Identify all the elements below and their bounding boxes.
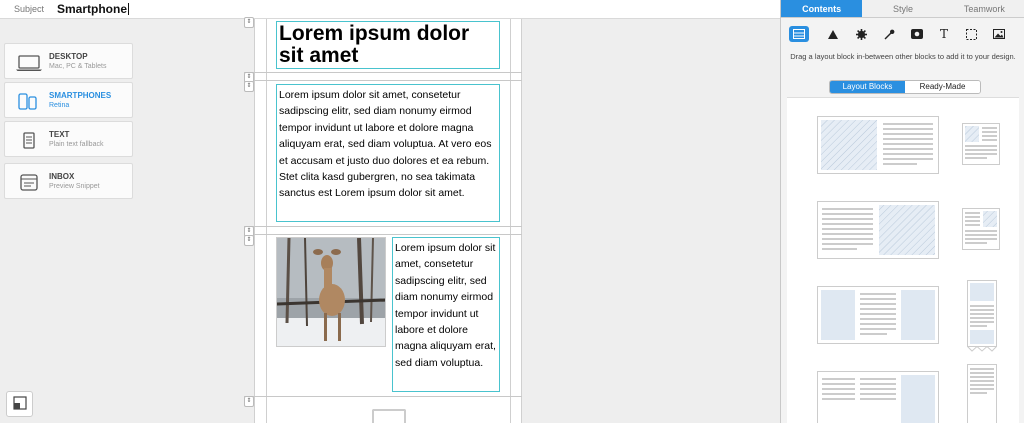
device-text-title: TEXT <box>49 130 70 139</box>
right-panel: Contents Style Teamwork T Drag a layout … <box>780 0 1024 423</box>
layout-block-image-text[interactable] <box>817 116 939 174</box>
heading-text-block[interactable]: Lorem ipsum dolor sit amet <box>276 21 500 69</box>
device-smartphones-title: SMARTPHONES <box>49 91 112 100</box>
block-handle[interactable]: ⇕ <box>244 396 254 407</box>
block-separator <box>244 226 522 227</box>
layout-block-mobile-stack[interactable] <box>967 280 997 352</box>
segment-ready-made[interactable]: Ready-Made <box>905 81 980 93</box>
panel-tabs: Contents Style Teamwork <box>781 0 1024 18</box>
layers-icon <box>13 396 27 410</box>
block-handle[interactable]: ⇕ <box>244 81 254 92</box>
device-desktop-title: DESKTOP <box>49 52 88 61</box>
eyedropper-icon[interactable] <box>879 26 899 42</box>
smartphones-icon <box>18 93 37 110</box>
layout-block-mobile-text-image[interactable] <box>962 208 1000 250</box>
block-type-segmented-control: Layout Blocks Ready-Made <box>829 80 981 94</box>
tab-contents[interactable]: Contents <box>781 0 863 17</box>
device-inbox-subtitle: Preview Snippet <box>49 183 100 190</box>
dashed-selection-icon[interactable] <box>961 26 981 42</box>
block-separator <box>244 234 522 235</box>
document-icon <box>23 132 35 149</box>
image-icon[interactable] <box>989 26 1009 42</box>
layout-block-icon[interactable] <box>789 26 809 42</box>
triangle-icon[interactable] <box>823 26 843 42</box>
video-icon[interactable] <box>907 26 927 42</box>
deer-photo[interactable] <box>276 237 386 347</box>
subject-bar: Subject Smartphone <box>0 0 780 19</box>
drag-hint-text: Drag a layout block in-between other blo… <box>790 52 1016 61</box>
device-inbox[interactable]: INBOX Preview Snippet <box>4 163 133 199</box>
block-separator <box>244 72 522 73</box>
tab-style[interactable]: Style <box>862 0 943 17</box>
text-tool-icon[interactable]: T <box>934 26 954 42</box>
block-handle[interactable]: ⇕ <box>244 17 254 28</box>
paragraph-text-block[interactable]: Lorem ipsum dolor sit amet, consetetur s… <box>276 84 500 222</box>
block-separator <box>244 80 522 81</box>
layout-block-image-image-text[interactable] <box>817 286 939 344</box>
block-separator <box>244 396 522 397</box>
tab-teamwork[interactable]: Teamwork <box>944 0 1024 17</box>
device-desktop[interactable]: DESKTOP Mac, PC & Tablets <box>4 43 133 79</box>
layout-block-text-text-image[interactable] <box>817 371 939 423</box>
subject-label: Subject <box>14 4 45 14</box>
toggle-panel-button[interactable] <box>6 391 33 417</box>
device-text[interactable]: TEXT Plain text fallback <box>4 121 133 157</box>
segment-layout-blocks[interactable]: Layout Blocks <box>830 81 905 93</box>
side-text-block[interactable]: Lorem ipsum dolor sit amet, consetetur s… <box>392 237 500 392</box>
content-tool-row: T <box>789 26 1017 42</box>
device-desktop-subtitle: Mac, PC & Tablets <box>49 63 107 70</box>
layout-block-mobile-image-text[interactable] <box>962 123 1000 165</box>
laptop-icon <box>16 55 42 71</box>
device-inbox-title: INBOX <box>49 172 75 181</box>
device-text-subtitle: Plain text fallback <box>49 141 104 148</box>
subject-value: Smartphone <box>57 2 128 16</box>
layout-block-text-image[interactable] <box>817 201 939 259</box>
device-smartphones-subtitle: Retina <box>49 102 70 109</box>
subject-input[interactable]: Smartphone <box>57 2 130 16</box>
layout-block-mobile-text[interactable] <box>967 364 997 423</box>
text-caret <box>128 3 130 15</box>
block-handle[interactable]: ⇕ <box>244 235 254 246</box>
inbox-icon <box>20 174 38 191</box>
image-placeholder-icon[interactable] <box>372 409 406 423</box>
layout-block-list <box>787 97 1019 423</box>
device-smartphones[interactable]: SMARTPHONES Retina <box>4 82 133 118</box>
gear-badge-icon[interactable] <box>851 26 871 42</box>
